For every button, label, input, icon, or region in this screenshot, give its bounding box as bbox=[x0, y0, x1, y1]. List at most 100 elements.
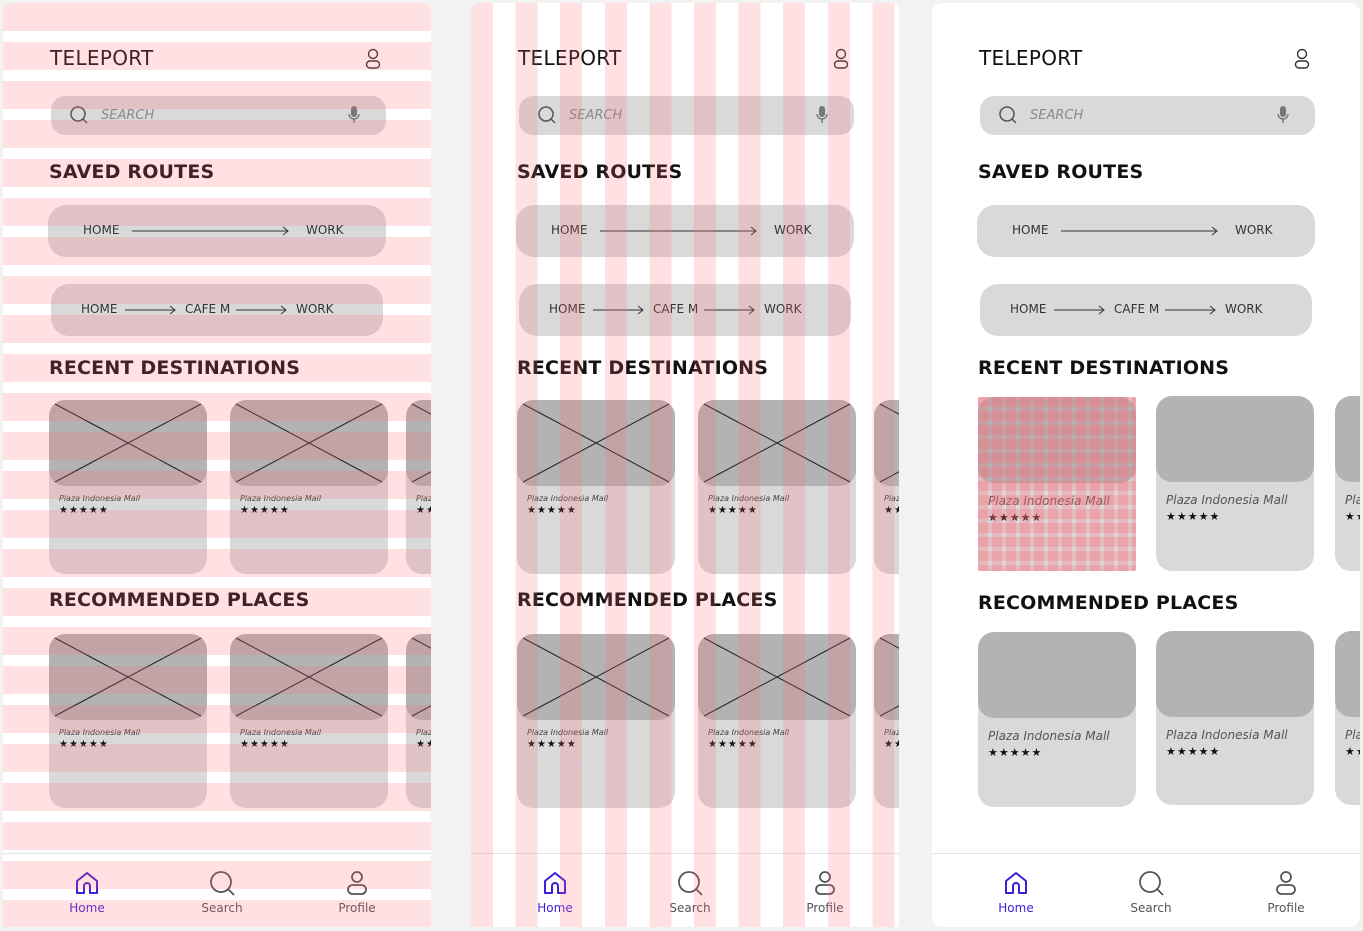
saved-route-home-work[interactable]: HOME WORK bbox=[48, 205, 386, 257]
home-icon bbox=[76, 872, 98, 894]
nav-label: Profile bbox=[338, 901, 376, 915]
route-stop: HOME bbox=[83, 223, 120, 237]
image-placeholder bbox=[230, 400, 388, 486]
nav-search[interactable]: Search bbox=[650, 869, 730, 915]
route-stop: HOME bbox=[551, 223, 588, 237]
rating-stars: ★★★★★ bbox=[1166, 746, 1221, 758]
saved-route-home-cafe-work[interactable]: HOME CAFE M WORK bbox=[51, 284, 383, 336]
place-name: Plaz bbox=[884, 494, 899, 503]
nav-home[interactable]: Home bbox=[47, 869, 127, 915]
recommended-place-card[interactable]: Plaza Indonesia Mall ★★★★★ bbox=[698, 634, 856, 808]
nav-label: Profile bbox=[806, 901, 844, 915]
recent-destination-card[interactable]: Plaza Indonesia Mall ★★★★★ bbox=[698, 400, 856, 574]
profile-icon bbox=[815, 871, 835, 895]
rating-stars: ★★★★★ bbox=[59, 739, 109, 750]
recent-destination-card[interactable]: Pla ★★ bbox=[1335, 396, 1360, 571]
route-stop: HOME bbox=[1010, 302, 1047, 316]
section-title-saved-routes: SAVED ROUTES bbox=[978, 161, 1144, 183]
image-placeholder bbox=[517, 400, 675, 486]
recent-destination-card[interactable]: Plaza Indonesia Mall ★★★★★ bbox=[49, 400, 207, 574]
place-name: Plaza Indonesia Mall bbox=[240, 494, 322, 503]
profile-icon[interactable] bbox=[831, 48, 851, 70]
route-stop: WORK bbox=[1225, 302, 1263, 316]
recent-destination-card[interactable]: Plaza Indonesia Mall ★★★★★ bbox=[1156, 396, 1314, 571]
recent-destination-card[interactable]: Plaz ★★ bbox=[406, 400, 431, 574]
recommended-place-card[interactable]: Plaza Indonesia Mall ★★★★★ bbox=[49, 634, 207, 808]
recent-destination-card[interactable]: Plaza Indonesia Mall ★★★★★ bbox=[517, 400, 675, 574]
profile-icon[interactable] bbox=[1292, 48, 1312, 70]
recommended-place-card[interactable]: Plaz ★★ bbox=[874, 634, 899, 808]
place-name: Plaza Indonesia Mall bbox=[527, 494, 609, 503]
image-placeholder bbox=[978, 632, 1136, 718]
recent-destination-card[interactable]: Plaz ★★ bbox=[874, 400, 899, 574]
section-title-saved-routes: SAVED ROUTES bbox=[517, 161, 683, 183]
nav-label: Search bbox=[201, 901, 243, 915]
nav-profile[interactable]: Profile bbox=[785, 869, 865, 915]
rating-stars: ★★ bbox=[884, 739, 899, 750]
place-name: Plaz bbox=[416, 728, 431, 737]
recommended-place-card[interactable]: Pla ★★ bbox=[1335, 631, 1360, 805]
recommended-place-card[interactable]: Plaza Indonesia Mall ★★★★★ bbox=[230, 634, 388, 808]
nav-label: Search bbox=[1130, 901, 1172, 915]
route-stop: WORK bbox=[764, 302, 802, 316]
microphone-icon[interactable] bbox=[815, 105, 829, 125]
section-title-recommended-places: RECOMMENDED PLACES bbox=[978, 592, 1239, 614]
recommended-place-card[interactable]: Plaza Indonesia Mall ★★★★★ bbox=[517, 634, 675, 808]
recommended-place-card[interactable]: Plaza Indonesia Mall ★★★★★ bbox=[1156, 631, 1314, 805]
rating-stars: ★★ bbox=[1345, 511, 1360, 523]
place-name: Plaza Indonesia Mall bbox=[59, 494, 141, 503]
rating-stars: ★★ bbox=[1345, 746, 1360, 758]
section-title-recommended-places: RECOMMENDED PLACES bbox=[517, 589, 778, 611]
route-stop: WORK bbox=[306, 223, 344, 237]
app-title: TELEPORT bbox=[518, 46, 622, 70]
nav-label: Profile bbox=[1267, 901, 1305, 915]
arrow-right-icon bbox=[236, 305, 287, 315]
profile-icon[interactable] bbox=[363, 48, 383, 70]
place-name: Plaza Indonesia Mall bbox=[708, 494, 790, 503]
image-placeholder bbox=[406, 634, 431, 720]
saved-route-home-cafe-work[interactable]: HOME CAFE M WORK bbox=[519, 284, 851, 336]
image-placeholder bbox=[698, 634, 856, 720]
nav-search[interactable]: Search bbox=[182, 869, 262, 915]
screen-frame-columns-grid: TELEPORT SEARCH SAVED ROUTES HOME WORK H… bbox=[471, 3, 899, 927]
arrow-right-icon bbox=[132, 226, 289, 236]
nav-search[interactable]: Search bbox=[1111, 869, 1191, 915]
search-input[interactable]: SEARCH bbox=[519, 96, 854, 135]
route-stop: WORK bbox=[296, 302, 334, 316]
recommended-place-card[interactable]: Plaza Indonesia Mall ★★★★★ bbox=[978, 632, 1136, 807]
search-input[interactable]: SEARCH bbox=[51, 96, 386, 135]
nav-home[interactable]: Home bbox=[515, 869, 595, 915]
search-icon bbox=[1139, 871, 1164, 896]
place-name: Plaza Indonesia Mall bbox=[527, 728, 609, 737]
microphone-icon[interactable] bbox=[347, 105, 361, 125]
route-stop: WORK bbox=[1235, 223, 1273, 237]
recommended-place-card[interactable]: Plaz ★★ bbox=[406, 634, 431, 808]
rating-stars: ★★ bbox=[416, 505, 431, 516]
saved-route-home-work[interactable]: HOME WORK bbox=[516, 205, 854, 257]
microphone-icon[interactable] bbox=[1276, 105, 1290, 125]
search-input[interactable]: SEARCH bbox=[980, 96, 1315, 135]
recent-destination-card-selected[interactable]: Plaza Indonesia Mall ★★★★★ bbox=[978, 397, 1136, 571]
nav-label: Search bbox=[669, 901, 711, 915]
route-stop: CAFE M bbox=[653, 302, 699, 316]
route-stop: WORK bbox=[774, 223, 812, 237]
nav-profile[interactable]: Profile bbox=[1246, 869, 1326, 915]
place-name: Plaza Indonesia Mall bbox=[1166, 493, 1288, 507]
place-name: Plaza Indonesia Mall bbox=[1166, 728, 1288, 742]
saved-route-home-cafe-work[interactable]: HOME CAFE M WORK bbox=[980, 284, 1312, 336]
image-placeholder bbox=[874, 400, 899, 486]
rating-stars: ★★★★★ bbox=[240, 505, 290, 516]
nav-profile[interactable]: Profile bbox=[317, 869, 397, 915]
rating-stars: ★★★★★ bbox=[527, 505, 577, 516]
home-icon bbox=[1005, 872, 1027, 894]
rating-stars: ★★★★★ bbox=[1166, 511, 1221, 523]
screen-frame-rows-grid: TELEPORT SEARCH SAVED ROUTES HOME WORK H… bbox=[3, 3, 431, 927]
arrow-right-icon bbox=[125, 305, 176, 315]
saved-route-home-work[interactable]: HOME WORK bbox=[977, 205, 1315, 257]
nav-home[interactable]: Home bbox=[976, 869, 1056, 915]
search-icon bbox=[678, 871, 703, 896]
arrow-right-icon bbox=[600, 226, 757, 236]
bottom-nav-divider bbox=[471, 853, 899, 854]
profile-icon bbox=[347, 871, 367, 895]
recent-destination-card[interactable]: Plaza Indonesia Mall ★★★★★ bbox=[230, 400, 388, 574]
